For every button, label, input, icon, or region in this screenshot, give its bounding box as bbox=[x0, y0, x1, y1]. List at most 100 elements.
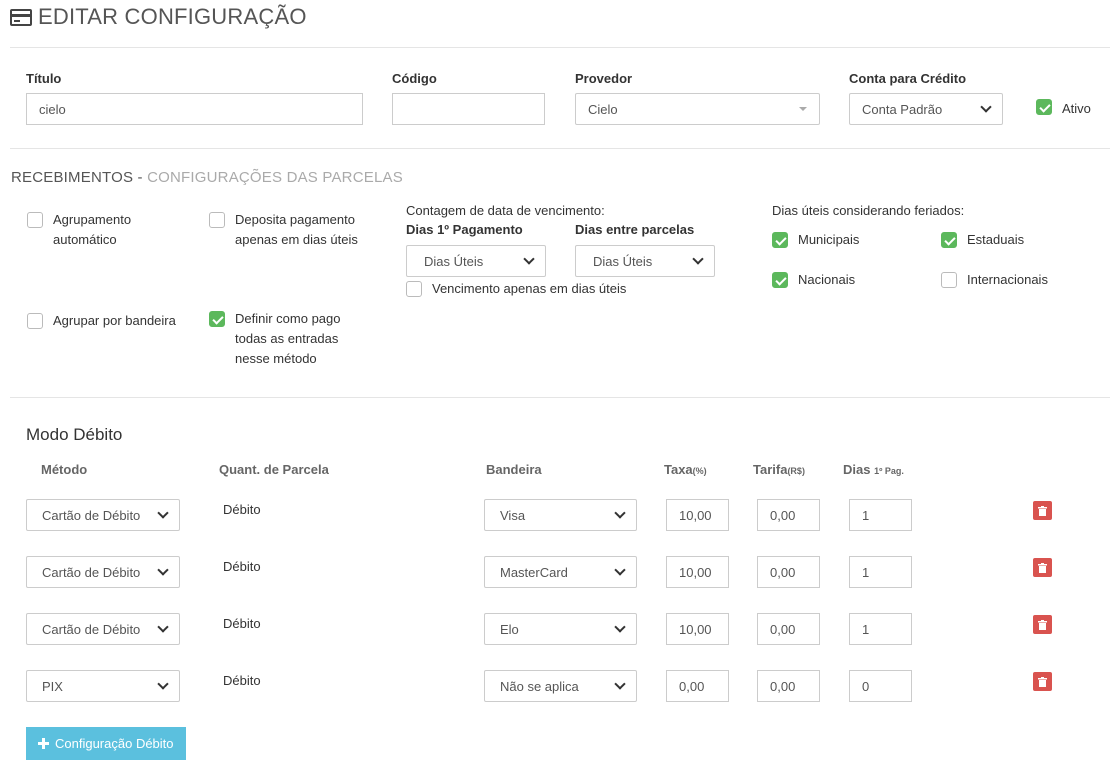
bandeira-value: Elo bbox=[500, 621, 519, 637]
agrupar-bandeira-label: Agrupar por bandeira bbox=[53, 313, 176, 328]
modo-debito-title: Modo Débito bbox=[26, 425, 123, 444]
agrupamento-line1: Agrupamento bbox=[53, 212, 132, 227]
taxa-input[interactable]: 10,00 bbox=[666, 613, 729, 645]
col-dias-text: Dias bbox=[843, 462, 875, 477]
dias-input[interactable]: 1 bbox=[849, 499, 912, 531]
definir-line1: Definir como pago bbox=[235, 311, 341, 326]
deposita-line2: apenas em dias úteis bbox=[235, 232, 358, 247]
chevron-down-icon bbox=[157, 507, 169, 519]
page-title-text: EDITAR CONFIGURAÇÃO bbox=[38, 4, 307, 29]
parcela-value: Débito bbox=[223, 502, 261, 517]
metodo-value: Cartão de Débito bbox=[42, 621, 141, 637]
conta-select[interactable]: Conta Padrão bbox=[849, 93, 1003, 125]
col-tarifa-unit: (R$) bbox=[787, 466, 805, 476]
titulo-input[interactable]: cielo bbox=[26, 93, 363, 125]
titulo-label: Título bbox=[26, 71, 62, 86]
dias-input[interactable]: 1 bbox=[849, 556, 912, 588]
metodo-value: Cartão de Débito bbox=[42, 564, 141, 580]
recebimentos-title-sep: - bbox=[133, 169, 148, 186]
dias1-select[interactable]: Dias Úteis bbox=[406, 245, 546, 277]
entre-value: Dias Úteis bbox=[593, 253, 653, 269]
checkbox-box bbox=[941, 272, 957, 288]
entre-label: Dias entre parcelas bbox=[575, 222, 695, 237]
estaduais-label: Estaduais bbox=[967, 232, 1025, 247]
col-tarifa: Tarifa(R$) bbox=[753, 462, 805, 477]
check-icon bbox=[1036, 99, 1052, 115]
internacionais-checkbox[interactable]: Internacionais bbox=[941, 270, 1048, 290]
parcela-value: Débito bbox=[223, 559, 261, 574]
col-taxa: Taxa(%) bbox=[664, 462, 707, 477]
taxa-input[interactable]: 10,00 bbox=[666, 499, 729, 531]
chevron-down-icon bbox=[523, 253, 535, 265]
chevron-down-icon bbox=[614, 678, 626, 690]
bandeira-value: Não se aplica bbox=[500, 678, 579, 694]
dias-input[interactable]: 0 bbox=[849, 670, 912, 702]
definir-line3: nesse método bbox=[235, 351, 317, 366]
delete-row-button[interactable] bbox=[1033, 501, 1052, 520]
checkbox-box bbox=[406, 281, 422, 297]
check-icon bbox=[209, 311, 225, 327]
metodo-select[interactable]: Cartão de Débito bbox=[26, 613, 180, 645]
tarifa-input[interactable]: 0,00 bbox=[757, 499, 820, 531]
check-icon bbox=[941, 232, 957, 248]
codigo-label: Código bbox=[392, 71, 437, 86]
deposita-label: Deposita pagamento apenas em dias úteis bbox=[235, 210, 358, 250]
chevron-down-icon bbox=[157, 564, 169, 576]
feriados-label: Dias úteis considerando feriados: bbox=[772, 203, 965, 218]
delete-row-button[interactable] bbox=[1033, 615, 1052, 634]
chevron-down-icon bbox=[614, 621, 626, 633]
ativo-checkbox[interactable]: Ativo bbox=[1036, 99, 1091, 119]
taxa-input[interactable]: 10,00 bbox=[666, 556, 729, 588]
tarifa-input[interactable]: 0,00 bbox=[757, 670, 820, 702]
parcela-value: Débito bbox=[223, 616, 261, 631]
delete-row-button[interactable] bbox=[1033, 672, 1052, 691]
municipais-checkbox[interactable]: Municipais bbox=[772, 230, 859, 250]
metodo-select[interactable]: PIX bbox=[26, 670, 180, 702]
credit-card-icon bbox=[10, 8, 32, 26]
municipais-label: Municipais bbox=[798, 232, 860, 247]
delete-row-button[interactable] bbox=[1033, 558, 1052, 577]
entre-select[interactable]: Dias Úteis bbox=[575, 245, 715, 277]
agrupamento-checkbox[interactable]: Agrupamento automático bbox=[27, 210, 131, 250]
definir-pago-checkbox[interactable]: Definir como pago todas as entradas ness… bbox=[209, 309, 341, 369]
col-taxa-text: Taxa bbox=[664, 462, 693, 477]
chevron-down-icon bbox=[614, 507, 626, 519]
tarifa-input[interactable]: 0,00 bbox=[757, 613, 820, 645]
ativo-label: Ativo bbox=[1062, 101, 1091, 116]
deposita-checkbox[interactable]: Deposita pagamento apenas em dias úteis bbox=[209, 210, 358, 250]
taxa-input[interactable]: 0,00 bbox=[666, 670, 729, 702]
deposita-line1: Deposita pagamento bbox=[235, 212, 355, 227]
col-taxa-unit: (%) bbox=[692, 466, 707, 476]
divider bbox=[10, 148, 1110, 149]
add-configuracao-debito-button[interactable]: Configuração Débito bbox=[26, 727, 186, 760]
bandeira-select[interactable]: Não se aplica bbox=[484, 670, 637, 702]
provedor-label: Provedor bbox=[575, 71, 633, 86]
agrupamento-line2: automático bbox=[53, 232, 117, 247]
agrupar-bandeira-checkbox[interactable]: Agrupar por bandeira bbox=[27, 311, 176, 331]
estaduais-checkbox[interactable]: Estaduais bbox=[941, 230, 1024, 250]
codigo-input[interactable] bbox=[392, 93, 545, 125]
tarifa-input[interactable]: 0,00 bbox=[757, 556, 820, 588]
col-dias: Dias 1º Pag. bbox=[843, 462, 904, 477]
trash-icon bbox=[1038, 562, 1047, 573]
chevron-down-icon bbox=[157, 678, 169, 690]
bandeira-select[interactable]: Elo bbox=[484, 613, 637, 645]
metodo-select[interactable]: Cartão de Débito bbox=[26, 499, 180, 531]
col-tarifa-text: Tarifa bbox=[753, 462, 788, 477]
dias-input[interactable]: 1 bbox=[849, 613, 912, 645]
nacionais-checkbox[interactable]: Nacionais bbox=[772, 270, 855, 290]
conta-label: Conta para Crédito bbox=[849, 71, 967, 86]
vencimento-util-checkbox[interactable]: Vencimento apenas em dias úteis bbox=[406, 279, 626, 299]
agrupamento-label: Agrupamento automático bbox=[53, 210, 131, 250]
checkbox-box bbox=[27, 212, 43, 228]
definir-line2: todas as entradas bbox=[235, 331, 339, 346]
divider bbox=[10, 397, 1110, 398]
definir-pago-label: Definir como pago todas as entradas ness… bbox=[235, 309, 341, 369]
bandeira-value: MasterCard bbox=[500, 564, 568, 580]
bandeira-select[interactable]: Visa bbox=[484, 499, 637, 531]
provedor-select[interactable]: Cielo bbox=[575, 93, 820, 125]
bandeira-select[interactable]: MasterCard bbox=[484, 556, 637, 588]
caret-down-icon bbox=[799, 107, 807, 111]
metodo-select[interactable]: Cartão de Débito bbox=[26, 556, 180, 588]
metodo-value: Cartão de Débito bbox=[42, 507, 141, 523]
